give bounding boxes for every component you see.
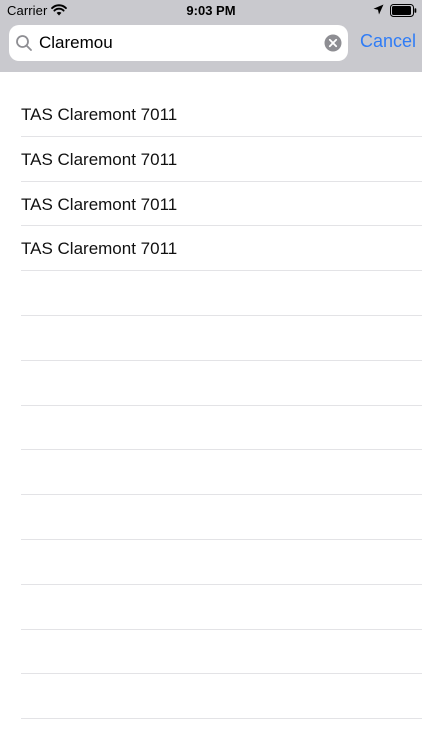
result-row[interactable]: TAS Claremont 7011 <box>21 137 422 182</box>
cancel-button[interactable]: Cancel <box>360 31 416 52</box>
result-row[interactable]: TAS Claremont 7011 <box>21 226 422 272</box>
empty-row <box>21 361 422 406</box>
result-label: TAS Claremont 7011 <box>21 194 178 214</box>
search-header: Carrier 9:03 PM Cancel <box>0 0 422 72</box>
result-label: TAS Claremont 7011 <box>21 149 178 169</box>
empty-row <box>21 630 422 675</box>
empty-row <box>21 540 422 585</box>
status-bar: Carrier 9:03 PM <box>0 0 422 22</box>
empty-row <box>21 271 422 316</box>
battery-icon <box>390 4 417 17</box>
empty-row <box>21 450 422 496</box>
search-input[interactable] <box>39 25 319 61</box>
search-icon <box>16 35 32 51</box>
result-row[interactable]: TAS Claremont 7011 <box>21 92 422 137</box>
empty-row <box>21 674 422 720</box>
empty-row <box>21 316 422 361</box>
empty-row <box>21 585 422 630</box>
result-label: TAS Claremont 7011 <box>21 239 178 259</box>
clock: 9:03 PM <box>186 3 236 18</box>
results-list: TAS Claremont 7011 TAS Claremont 7011 TA… <box>0 92 422 720</box>
search-field[interactable] <box>9 25 348 61</box>
clear-search-icon[interactable] <box>324 34 342 52</box>
empty-row <box>21 495 422 540</box>
result-row[interactable]: TAS Claremont 7011 <box>21 182 422 227</box>
empty-row <box>21 406 422 451</box>
location-arrow-icon <box>373 4 384 15</box>
result-label: TAS Claremont 7011 <box>21 105 178 124</box>
